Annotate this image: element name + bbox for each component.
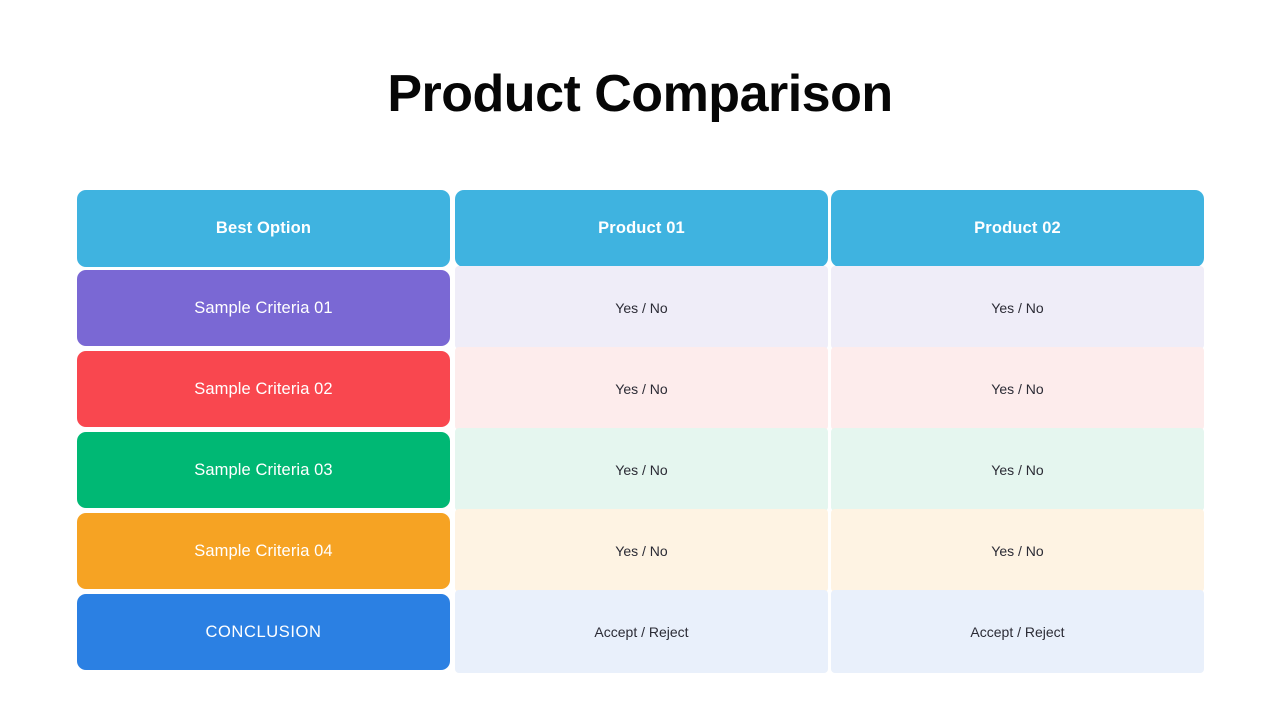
conclusion-label: CONCLUSION: [77, 594, 450, 670]
header-cell-product-02: Product 02: [831, 190, 1204, 267]
value-cell-conclusion-product-01: Accept / Reject: [455, 590, 828, 673]
value-cell-3-product-01: Yes / No: [455, 428, 828, 511]
criteria-label-2: Sample Criteria 02: [77, 351, 450, 427]
value-cell-1-product-02: Yes / No: [831, 266, 1204, 349]
value-cell-4-product-02: Yes / No: [831, 509, 1204, 592]
value-cell-2-product-01: Yes / No: [455, 347, 828, 430]
value-cell-1-product-01: Yes / No: [455, 266, 828, 349]
header-cell-product-01: Product 01: [455, 190, 828, 267]
value-cell-2-product-02: Yes / No: [831, 347, 1204, 430]
comparison-table: Best Option Product 01 Product 02 Sample…: [77, 190, 1204, 673]
table-header-row: Best Option Product 01 Product 02: [77, 190, 1204, 267]
slide-canvas: Product Comparison Best Option Product 0…: [0, 0, 1280, 720]
criteria-label-1: Sample Criteria 01: [77, 270, 450, 346]
criteria-label-4: Sample Criteria 04: [77, 513, 450, 589]
value-cell-4-product-01: Yes / No: [455, 509, 828, 592]
header-cell-best-option: Best Option: [77, 190, 450, 267]
table-row: Sample Criteria 04 Yes / No Yes / No: [77, 509, 1204, 592]
table-row: Sample Criteria 02 Yes / No Yes / No: [77, 347, 1204, 430]
table-row: Sample Criteria 01 Yes / No Yes / No: [77, 266, 1204, 349]
criteria-label-3: Sample Criteria 03: [77, 432, 450, 508]
table-row-conclusion: CONCLUSION Accept / Reject Accept / Reje…: [77, 590, 1204, 673]
page-title: Product Comparison: [387, 65, 893, 123]
table-row: Sample Criteria 03 Yes / No Yes / No: [77, 428, 1204, 511]
value-cell-3-product-02: Yes / No: [831, 428, 1204, 511]
value-cell-conclusion-product-02: Accept / Reject: [831, 590, 1204, 673]
